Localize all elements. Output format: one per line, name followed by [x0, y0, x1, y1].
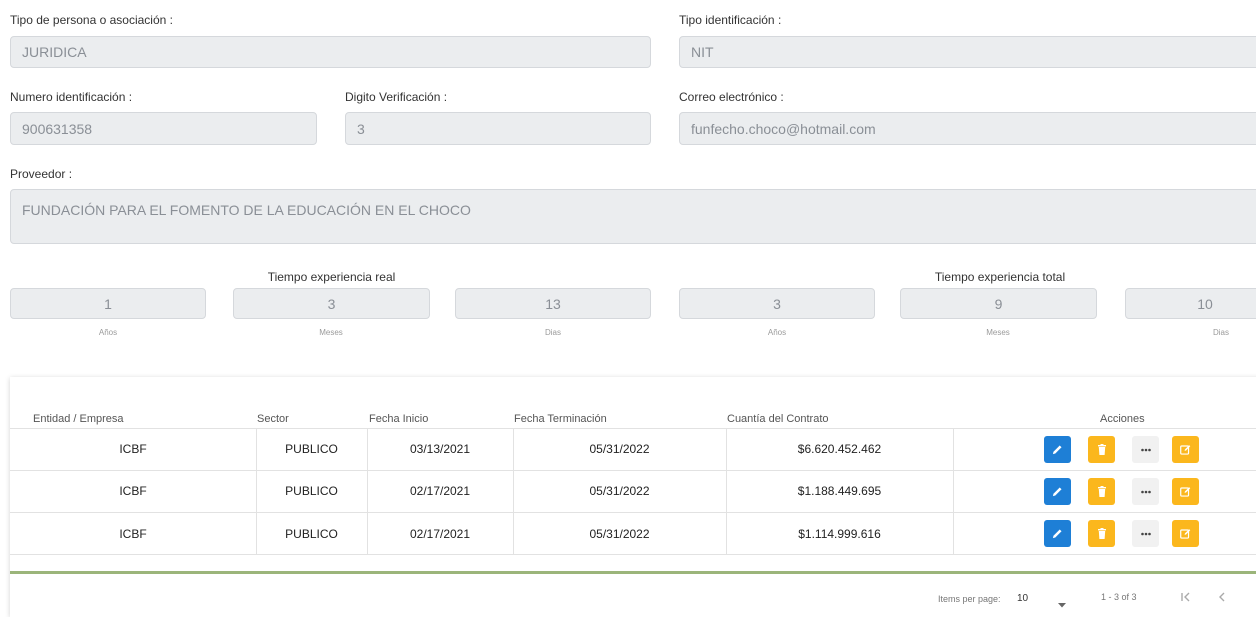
cell-sector: PUBLICO: [285, 527, 338, 541]
numero-identificacion-label: Numero identificación :: [10, 90, 133, 104]
digito-verificacion-label: Digito Verificación :: [345, 90, 448, 104]
proveedor-field[interactable]: FUNDACIÓN PARA EL FOMENTO DE LA EDUCACIÓ…: [10, 189, 1256, 244]
cell-cuantia: $6.620.452.462: [797, 442, 882, 456]
table-divider: [10, 470, 1256, 471]
total-dias-unit: Dias: [1212, 328, 1229, 337]
pencil-icon: [1052, 445, 1062, 455]
items-per-page-select[interactable]: 10: [1017, 593, 1028, 604]
edit-button[interactable]: [1044, 436, 1071, 463]
ellipsis-icon: [1140, 490, 1151, 493]
table-bottom-accent: [10, 571, 1256, 574]
table-divider: [10, 428, 1256, 429]
cell-sector: PUBLICO: [285, 442, 338, 456]
chevron-left-icon: [1219, 592, 1225, 602]
cell-fecha-terminacion: 05/31/2022: [589, 484, 650, 498]
pencil-icon: [1052, 529, 1062, 539]
cell-entidad: ICBF: [119, 527, 147, 541]
previous-page-button[interactable]: [1216, 590, 1228, 608]
ellipsis-icon: [1140, 448, 1151, 451]
tipo-identificacion-field[interactable]: NIT: [679, 36, 1256, 68]
tipo-persona-field[interactable]: JURIDICA: [10, 36, 651, 68]
cell-fecha-inicio: 02/17/2021: [409, 484, 471, 498]
real-dias-field[interactable]: 13: [455, 288, 651, 319]
header-entidad: Entidad / Empresa: [33, 413, 124, 425]
cell-sector: PUBLICO: [285, 484, 338, 498]
edit-button[interactable]: [1044, 478, 1071, 505]
header-cuantia: Cuantía del Contrato: [727, 413, 829, 425]
table-divider: [10, 554, 1256, 555]
update-button[interactable]: [1172, 478, 1199, 505]
update-button[interactable]: [1172, 436, 1199, 463]
correo-label: Correo electrónico :: [679, 90, 784, 104]
header-fecha-inicio: Fecha Inicio: [369, 413, 429, 425]
edit-button[interactable]: [1044, 520, 1071, 547]
trash-icon: [1097, 444, 1106, 455]
real-anios-field[interactable]: 1: [10, 288, 206, 319]
total-meses-unit: Meses: [986, 328, 1010, 337]
numero-identificacion-field[interactable]: 900631358: [10, 112, 317, 145]
digito-verificacion-field[interactable]: 3: [345, 112, 651, 145]
delete-button[interactable]: [1088, 436, 1115, 463]
edit-square-icon: [1180, 445, 1191, 455]
delete-button[interactable]: [1088, 520, 1115, 547]
total-dias-field[interactable]: 10: [1125, 288, 1256, 319]
update-button[interactable]: [1172, 520, 1199, 547]
cell-fecha-inicio: 03/13/2021: [409, 442, 471, 456]
header-acciones: Acciones: [1100, 413, 1145, 425]
ellipsis-icon: [1140, 532, 1151, 535]
total-dias-value: 10: [1197, 295, 1213, 312]
header-fecha-terminacion: Fecha Terminación: [514, 413, 607, 425]
more-options-button[interactable]: [1132, 520, 1159, 547]
total-anios-unit: Años: [767, 328, 787, 337]
cell-fecha-inicio: 02/17/2021: [409, 527, 471, 541]
cell-cuantia: $1.188.449.695: [797, 484, 882, 498]
chevron-down-icon[interactable]: [1058, 595, 1066, 613]
edit-square-icon: [1180, 529, 1191, 539]
cell-fecha-terminacion: 05/31/2022: [589, 527, 650, 541]
cell-entidad: ICBF: [119, 484, 147, 498]
first-page-button[interactable]: [1180, 590, 1192, 608]
cell-fecha-terminacion: 05/31/2022: [589, 442, 650, 456]
real-meses-unit: Meses: [319, 328, 343, 337]
cell-cuantia: $1.114.999.616: [798, 527, 881, 541]
total-anios-field[interactable]: 3: [679, 288, 875, 319]
correo-field[interactable]: funfecho.choco@hotmail.com: [679, 112, 1256, 145]
real-anios-unit: Años: [98, 328, 118, 337]
edit-square-icon: [1180, 487, 1191, 497]
cell-entidad: ICBF: [119, 442, 147, 456]
pencil-icon: [1052, 487, 1062, 497]
trash-icon: [1097, 486, 1106, 497]
delete-button[interactable]: [1088, 478, 1115, 505]
trash-icon: [1097, 528, 1106, 539]
total-meses-field[interactable]: 9: [900, 288, 1097, 319]
items-per-page-label: Items per page:: [938, 594, 1001, 604]
proveedor-label: Proveedor :: [10, 167, 73, 181]
first-page-icon: [1181, 592, 1190, 602]
experiencia-real-title: Tiempo experiencia real: [267, 270, 396, 284]
more-options-button[interactable]: [1132, 436, 1159, 463]
range-label: 1 - 3 of 3: [1101, 592, 1137, 602]
table-divider: [10, 512, 1256, 513]
header-sector: Sector: [257, 413, 289, 425]
tipo-persona-label: Tipo de persona o asociación :: [10, 13, 173, 27]
real-meses-field[interactable]: 3: [233, 288, 430, 319]
real-dias-unit: Dias: [544, 328, 561, 337]
tipo-identificacion-label: Tipo identificación :: [679, 13, 782, 27]
more-options-button[interactable]: [1132, 478, 1159, 505]
experiencia-total-title: Tiempo experiencia total: [934, 270, 1066, 284]
column-divider: [953, 428, 954, 555]
